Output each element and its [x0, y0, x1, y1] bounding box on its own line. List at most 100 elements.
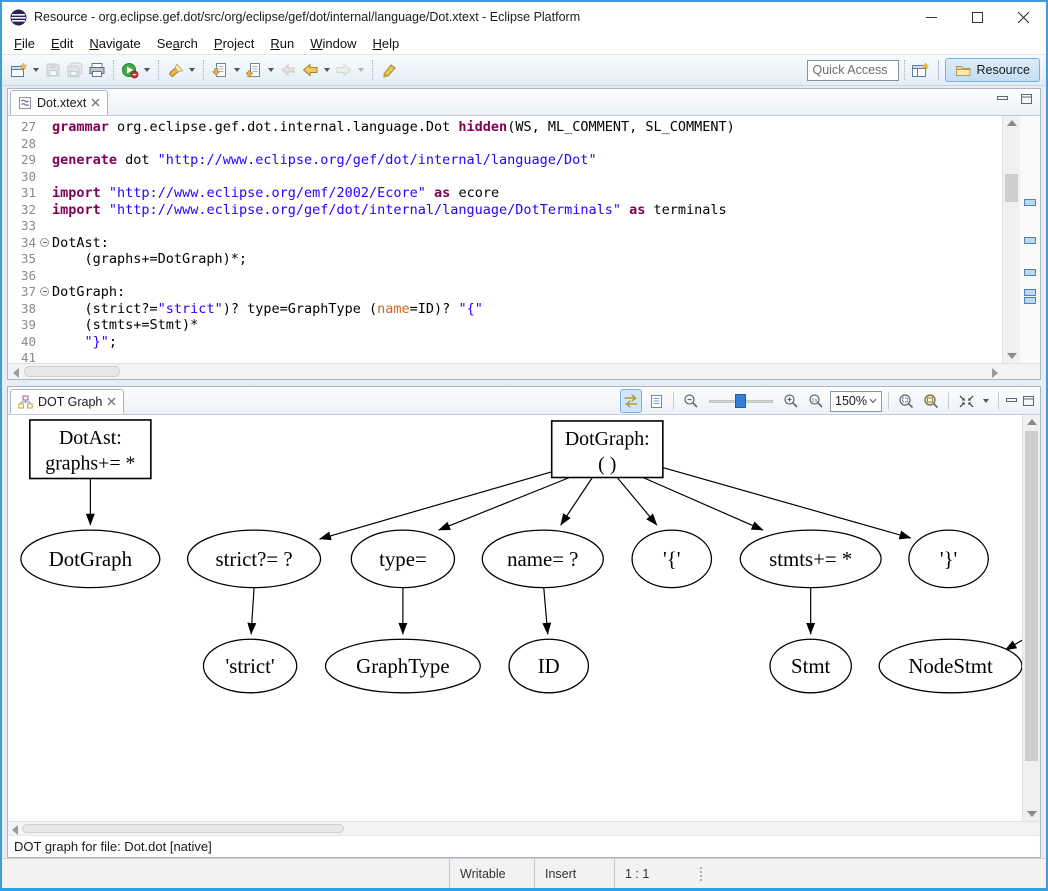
- editor-hscroll-thumb[interactable]: [24, 366, 120, 377]
- maximize-button[interactable]: [954, 2, 1000, 32]
- save-button[interactable]: [42, 58, 64, 82]
- tab-close-icon[interactable]: [91, 98, 100, 107]
- menu-window[interactable]: Window: [302, 34, 364, 53]
- graph-node-graphtype[interactable]: GraphType: [325, 639, 480, 693]
- link-with-editor-toggle[interactable]: [620, 389, 642, 413]
- dot-graph-tab[interactable]: DOT Graph: [10, 389, 124, 414]
- scroll-right-icon[interactable]: [992, 368, 998, 378]
- graph-hscroll-thumb[interactable]: [22, 824, 344, 833]
- back-button[interactable]: [299, 58, 321, 82]
- new-wizard-button[interactable]: [8, 58, 30, 82]
- graph-node-dotgraph-rule[interactable]: DotGraph:( ): [552, 421, 663, 478]
- mark-occurrences-button[interactable]: [378, 58, 400, 82]
- menu-search[interactable]: Search: [149, 34, 206, 53]
- graph-node-dotast-rule[interactable]: DotAst:graphs+= *: [30, 420, 151, 479]
- zoom-in-button[interactable]: [780, 389, 802, 413]
- search-dropdown[interactable]: [189, 68, 195, 72]
- layout-dropdown[interactable]: [983, 399, 989, 403]
- graph-node-name-assign[interactable]: name= ?: [482, 530, 603, 588]
- collapse-icon[interactable]: [40, 238, 49, 247]
- annotation-marker[interactable]: [1024, 269, 1036, 276]
- view-maximize-icon[interactable]: [1022, 395, 1036, 407]
- new-wizard-dropdown[interactable]: [33, 68, 39, 72]
- next-annotation-button[interactable]: [209, 58, 231, 82]
- scroll-up-icon[interactable]: [1007, 120, 1017, 126]
- back-dropdown[interactable]: [324, 68, 330, 72]
- run-dropdown[interactable]: [144, 68, 150, 72]
- code-area[interactable]: 27grammar org.eclipse.gef.dot.internal.l…: [8, 116, 1002, 363]
- annotation-marker[interactable]: [1024, 297, 1036, 304]
- annotation-marker[interactable]: [1024, 199, 1036, 206]
- quick-access-input[interactable]: [807, 60, 899, 81]
- editor-vertical-scrollbar[interactable]: [1002, 116, 1020, 363]
- fit-width-button[interactable]: [895, 389, 917, 413]
- scroll-left-icon[interactable]: [12, 825, 18, 835]
- save-all-button[interactable]: [64, 58, 86, 82]
- fit-page-button[interactable]: [920, 389, 942, 413]
- fold-toggle[interactable]: [38, 284, 52, 301]
- graph-node-dotgraph[interactable]: DotGraph: [21, 530, 160, 588]
- editor-tab-dotxtext[interactable]: Dot.xtext: [10, 90, 108, 115]
- fold-toggle[interactable]: [38, 235, 52, 252]
- forward-button[interactable]: [333, 58, 355, 82]
- next-annotation-dropdown[interactable]: [234, 68, 240, 72]
- menu-run[interactable]: Run: [262, 34, 302, 53]
- editor-vscroll-thumb[interactable]: [1005, 174, 1018, 202]
- close-button[interactable]: [1000, 2, 1046, 32]
- resource-perspective-label: Resource: [977, 63, 1031, 77]
- forward-dropdown[interactable]: [358, 68, 364, 72]
- previous-annotation-dropdown[interactable]: [268, 68, 274, 72]
- svg-text:GraphType: GraphType: [356, 654, 449, 678]
- graph-node-stmts-assign[interactable]: stmts+= *: [740, 530, 881, 588]
- menu-project[interactable]: Project: [206, 34, 262, 53]
- menu-file[interactable]: File: [6, 34, 43, 53]
- annotation-marker[interactable]: [1024, 289, 1036, 296]
- graph-horizontal-scrollbar[interactable]: [8, 821, 1040, 835]
- tab-close-icon[interactable]: [107, 397, 116, 406]
- graph-node-close-brace[interactable]: '}': [909, 530, 988, 588]
- scroll-down-icon[interactable]: [1007, 353, 1017, 359]
- export-dot-button[interactable]: [645, 389, 667, 413]
- menu-help[interactable]: Help: [364, 34, 407, 53]
- menu-navigate[interactable]: Navigate: [81, 34, 148, 53]
- graph-node-type-assign[interactable]: type=: [351, 530, 454, 588]
- graph-node-id[interactable]: ID: [509, 639, 588, 693]
- open-perspective-button[interactable]: [910, 58, 932, 82]
- view-minimize-icon[interactable]: [1005, 395, 1019, 407]
- graph-svg-wrap[interactable]: DotAst:graphs+= * DotGraph:( ) DotGraph str…: [8, 415, 1022, 821]
- previous-annotation-button[interactable]: [243, 58, 265, 82]
- editor-minimize-icon[interactable]: [996, 93, 1010, 105]
- menu-edit[interactable]: Edit: [43, 34, 81, 53]
- graph-node-stmt[interactable]: Stmt: [770, 639, 851, 693]
- minimize-button[interactable]: [908, 2, 954, 32]
- scroll-left-icon[interactable]: [13, 368, 19, 378]
- zoom-slider-thumb[interactable]: [735, 394, 746, 408]
- statusbar: Writable Insert 1 : 1: [2, 858, 1046, 888]
- fold-column: [38, 152, 52, 169]
- graph-node-open-brace[interactable]: '{': [632, 530, 711, 588]
- editor-horizontal-scrollbar[interactable]: [8, 363, 1040, 379]
- overview-ruler[interactable]: [1020, 116, 1040, 363]
- search-button[interactable]: [164, 58, 186, 82]
- zoom-out-button[interactable]: [680, 389, 702, 413]
- scroll-down-icon[interactable]: [1027, 811, 1037, 817]
- annotation-marker[interactable]: [1024, 237, 1036, 244]
- graph-node-nodestmt[interactable]: NodeStmt: [879, 639, 1022, 693]
- graph-vscroll-thumb[interactable]: [1025, 431, 1038, 761]
- last-edit-location-button[interactable]: [277, 58, 299, 82]
- reset-zoom-button[interactable]: 1x: [805, 389, 827, 413]
- print-button[interactable]: [86, 58, 108, 82]
- zoom-slider[interactable]: [709, 393, 773, 409]
- layout-button[interactable]: [955, 389, 977, 413]
- scroll-up-icon[interactable]: [1027, 419, 1037, 425]
- graph-vertical-scrollbar[interactable]: [1022, 415, 1040, 821]
- zoom-level-select[interactable]: 150%: [830, 391, 882, 412]
- run-button[interactable]: [119, 58, 141, 82]
- save-all-icon: [66, 62, 84, 78]
- graph-node-strict-assign[interactable]: strict?= ?: [188, 530, 321, 588]
- editor-maximize-icon[interactable]: [1020, 93, 1034, 105]
- graph-node-strict-kw[interactable]: 'strict': [203, 639, 296, 693]
- resource-perspective-button[interactable]: Resource: [945, 58, 1041, 82]
- collapse-icon[interactable]: [40, 287, 49, 296]
- statusbar-drag-handle[interactable]: [690, 859, 702, 888]
